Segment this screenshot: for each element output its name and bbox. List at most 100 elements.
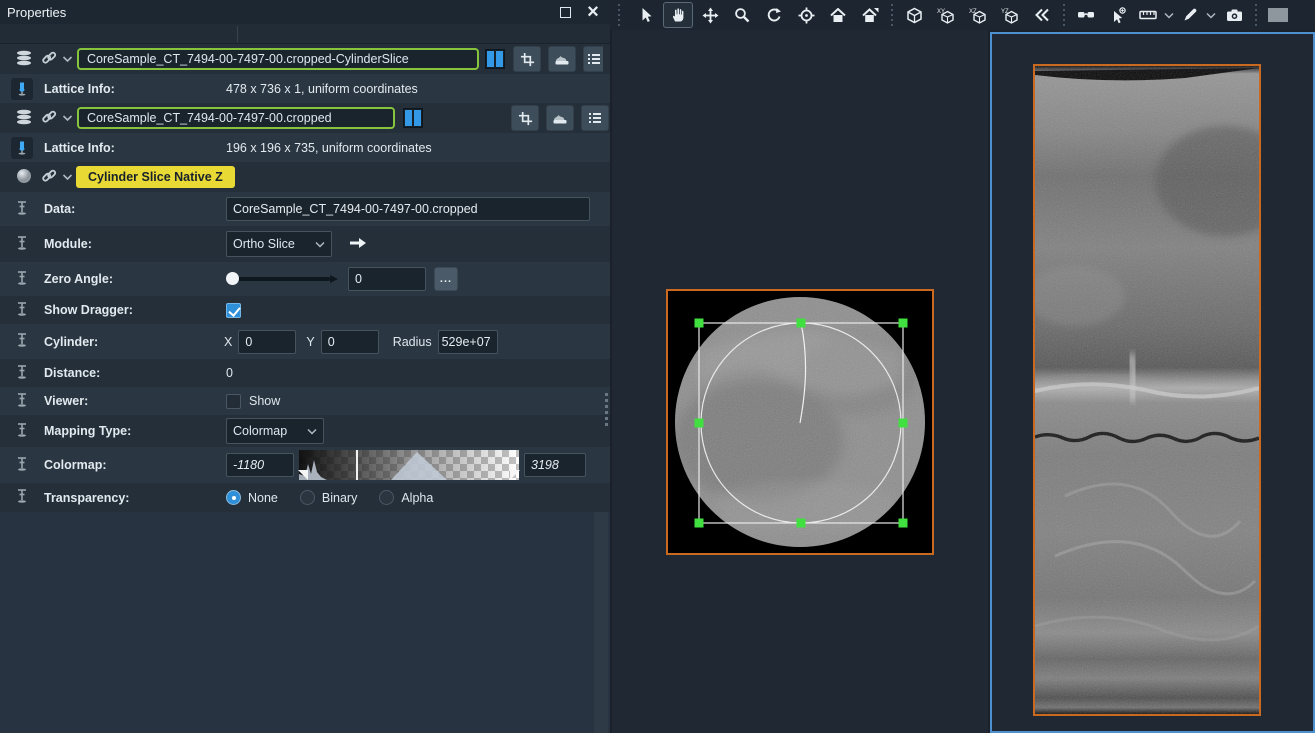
radio-binary[interactable] [300, 490, 315, 505]
data-node-row: CoreSample_CT_7494-00-7497-00.cropped [0, 103, 610, 133]
link-icon[interactable] [41, 109, 57, 128]
properties-list-button[interactable] [583, 46, 603, 72]
property-row-module: Module: Ortho Slice [0, 226, 610, 262]
properties-list-button[interactable] [581, 105, 609, 131]
zero-angle-more-button[interactable]: ... [434, 267, 458, 291]
snapshot-tool-button[interactable] [1219, 2, 1249, 28]
splitter-handle-icon[interactable] [604, 393, 609, 427]
prop-pin-icon[interactable] [16, 422, 28, 441]
radio-none-label: None [248, 491, 278, 505]
node-name-field[interactable]: CoreSample_CT_7494-00-7497-00.cropped-Cy… [77, 48, 479, 70]
measure-tool-button[interactable] [1135, 2, 1161, 28]
cylinder-radius-input[interactable] [438, 330, 498, 354]
link-icon[interactable] [41, 168, 57, 187]
prop-pin-icon[interactable] [16, 392, 28, 411]
chevron-down-icon[interactable] [62, 170, 73, 184]
show-dragger-checkbox[interactable] [226, 303, 241, 318]
property-row-mapping-type: Mapping Type: Colormap [0, 415, 610, 447]
annotate-menu-chevron[interactable] [1205, 2, 1217, 28]
colormap-left-handle[interactable] [298, 470, 308, 480]
pin-icon[interactable] [11, 137, 33, 159]
seek-tool-button[interactable] [791, 2, 821, 28]
radio-none[interactable] [226, 490, 241, 505]
translate-tool-button[interactable] [695, 2, 725, 28]
cylinder-radius-label: Radius [393, 335, 432, 349]
viewer-toolbar: XY XZ YZ [610, 0, 1315, 30]
close-icon: × [587, 5, 599, 19]
crop-editor-button[interactable] [511, 105, 539, 131]
layers-icon[interactable] [14, 108, 34, 129]
zero-angle-input[interactable] [348, 267, 426, 291]
pin-icon[interactable] [11, 78, 33, 100]
property-row-zero-angle: Zero Angle: ... [0, 262, 610, 296]
float-icon [560, 7, 571, 18]
viewer-toggle-icon[interactable] [485, 49, 505, 69]
editor-button[interactable] [546, 105, 574, 131]
module-select[interactable]: Ortho Slice [226, 231, 332, 257]
colormap-gradient-bar[interactable] [299, 450, 519, 480]
view-xy-tool-button[interactable]: XY [931, 2, 961, 28]
slider-knob[interactable] [226, 272, 239, 285]
node-name-field[interactable]: CoreSample_CT_7494-00-7497-00.cropped [77, 107, 395, 129]
cylinder-x-label: X [224, 335, 232, 349]
viewer-toggle-icon[interactable] [403, 108, 423, 128]
cylinder-x-input[interactable] [238, 330, 296, 354]
prop-pin-icon[interactable] [16, 270, 28, 289]
zoom-tool-button[interactable] [727, 2, 757, 28]
cylinder-y-input[interactable] [321, 330, 379, 354]
editor-button[interactable] [548, 46, 576, 72]
module-name-tag[interactable]: Cylinder Slice Native Z [76, 166, 235, 188]
chevron-down-icon[interactable] [62, 111, 73, 125]
pick-tool-button[interactable] [1103, 2, 1133, 28]
colormap-min-input[interactable] [226, 453, 294, 477]
background-swatch-button[interactable] [1263, 2, 1293, 28]
prop-pin-icon[interactable] [16, 488, 28, 507]
stereo-glasses-tool-button[interactable] [1071, 2, 1101, 28]
apply-arrow-button[interactable] [348, 236, 368, 253]
annotate-tool-button[interactable] [1177, 2, 1203, 28]
link-icon[interactable] [41, 50, 57, 69]
viewer-show-label: Show [249, 394, 280, 408]
measure-menu-chevron[interactable] [1163, 2, 1175, 28]
view-yz-tool-button[interactable]: YZ [995, 2, 1025, 28]
mapping-type-select[interactable]: Colormap [226, 418, 324, 444]
prop-pin-icon[interactable] [16, 235, 28, 254]
viewport-top-slice[interactable] [612, 30, 988, 733]
set-home-tool-button[interactable] [855, 2, 885, 28]
prop-pin-icon[interactable] [16, 200, 28, 219]
transparency-option-binary[interactable]: Binary [300, 490, 357, 505]
float-panel-button[interactable] [556, 3, 574, 21]
prop-pin-icon[interactable] [16, 456, 28, 475]
close-panel-button[interactable]: × [584, 3, 602, 21]
layers-icon[interactable] [14, 49, 34, 70]
viewer-show-checkbox[interactable] [226, 394, 241, 409]
prop-pin-icon[interactable] [16, 364, 28, 383]
rotate-tool-button[interactable] [759, 2, 789, 28]
axis-cube-tool-button[interactable] [899, 2, 929, 28]
radio-alpha[interactable] [379, 490, 394, 505]
crop-editor-button[interactable] [513, 46, 541, 72]
home-tool-button[interactable] [823, 2, 853, 28]
panel-scroll-gutter[interactable] [594, 512, 608, 733]
transparency-option-none[interactable]: None [226, 490, 278, 505]
chevron-down-icon[interactable] [62, 52, 73, 66]
sphere-icon[interactable] [16, 168, 32, 187]
colormap-right-handle[interactable] [510, 470, 520, 480]
data-value-field[interactable]: CoreSample_CT_7494-00-7497-00.cropped [226, 197, 590, 221]
view-xz-tool-button[interactable]: XZ [963, 2, 993, 28]
properties-titlebar: Properties × [0, 0, 610, 24]
core-side-slice-image[interactable] [1033, 64, 1261, 716]
core-top-slice-image[interactable] [666, 289, 934, 555]
rewind-tool-button[interactable] [1027, 2, 1057, 28]
colormap-max-input[interactable] [524, 453, 586, 477]
cylinder-label: Cylinder: [44, 335, 224, 349]
toolbar-drag-handle[interactable] [617, 4, 621, 26]
prop-pin-icon[interactable] [16, 332, 28, 351]
module-node-row: Cylinder Slice Native Z [0, 162, 610, 192]
hand-pan-tool-button[interactable] [663, 2, 693, 28]
viewport-side-slice[interactable] [990, 32, 1315, 733]
prop-pin-icon[interactable] [16, 301, 28, 320]
transparency-option-alpha[interactable]: Alpha [379, 490, 433, 505]
pointer-tool-button[interactable] [631, 2, 661, 28]
zero-angle-slider[interactable] [226, 271, 338, 287]
